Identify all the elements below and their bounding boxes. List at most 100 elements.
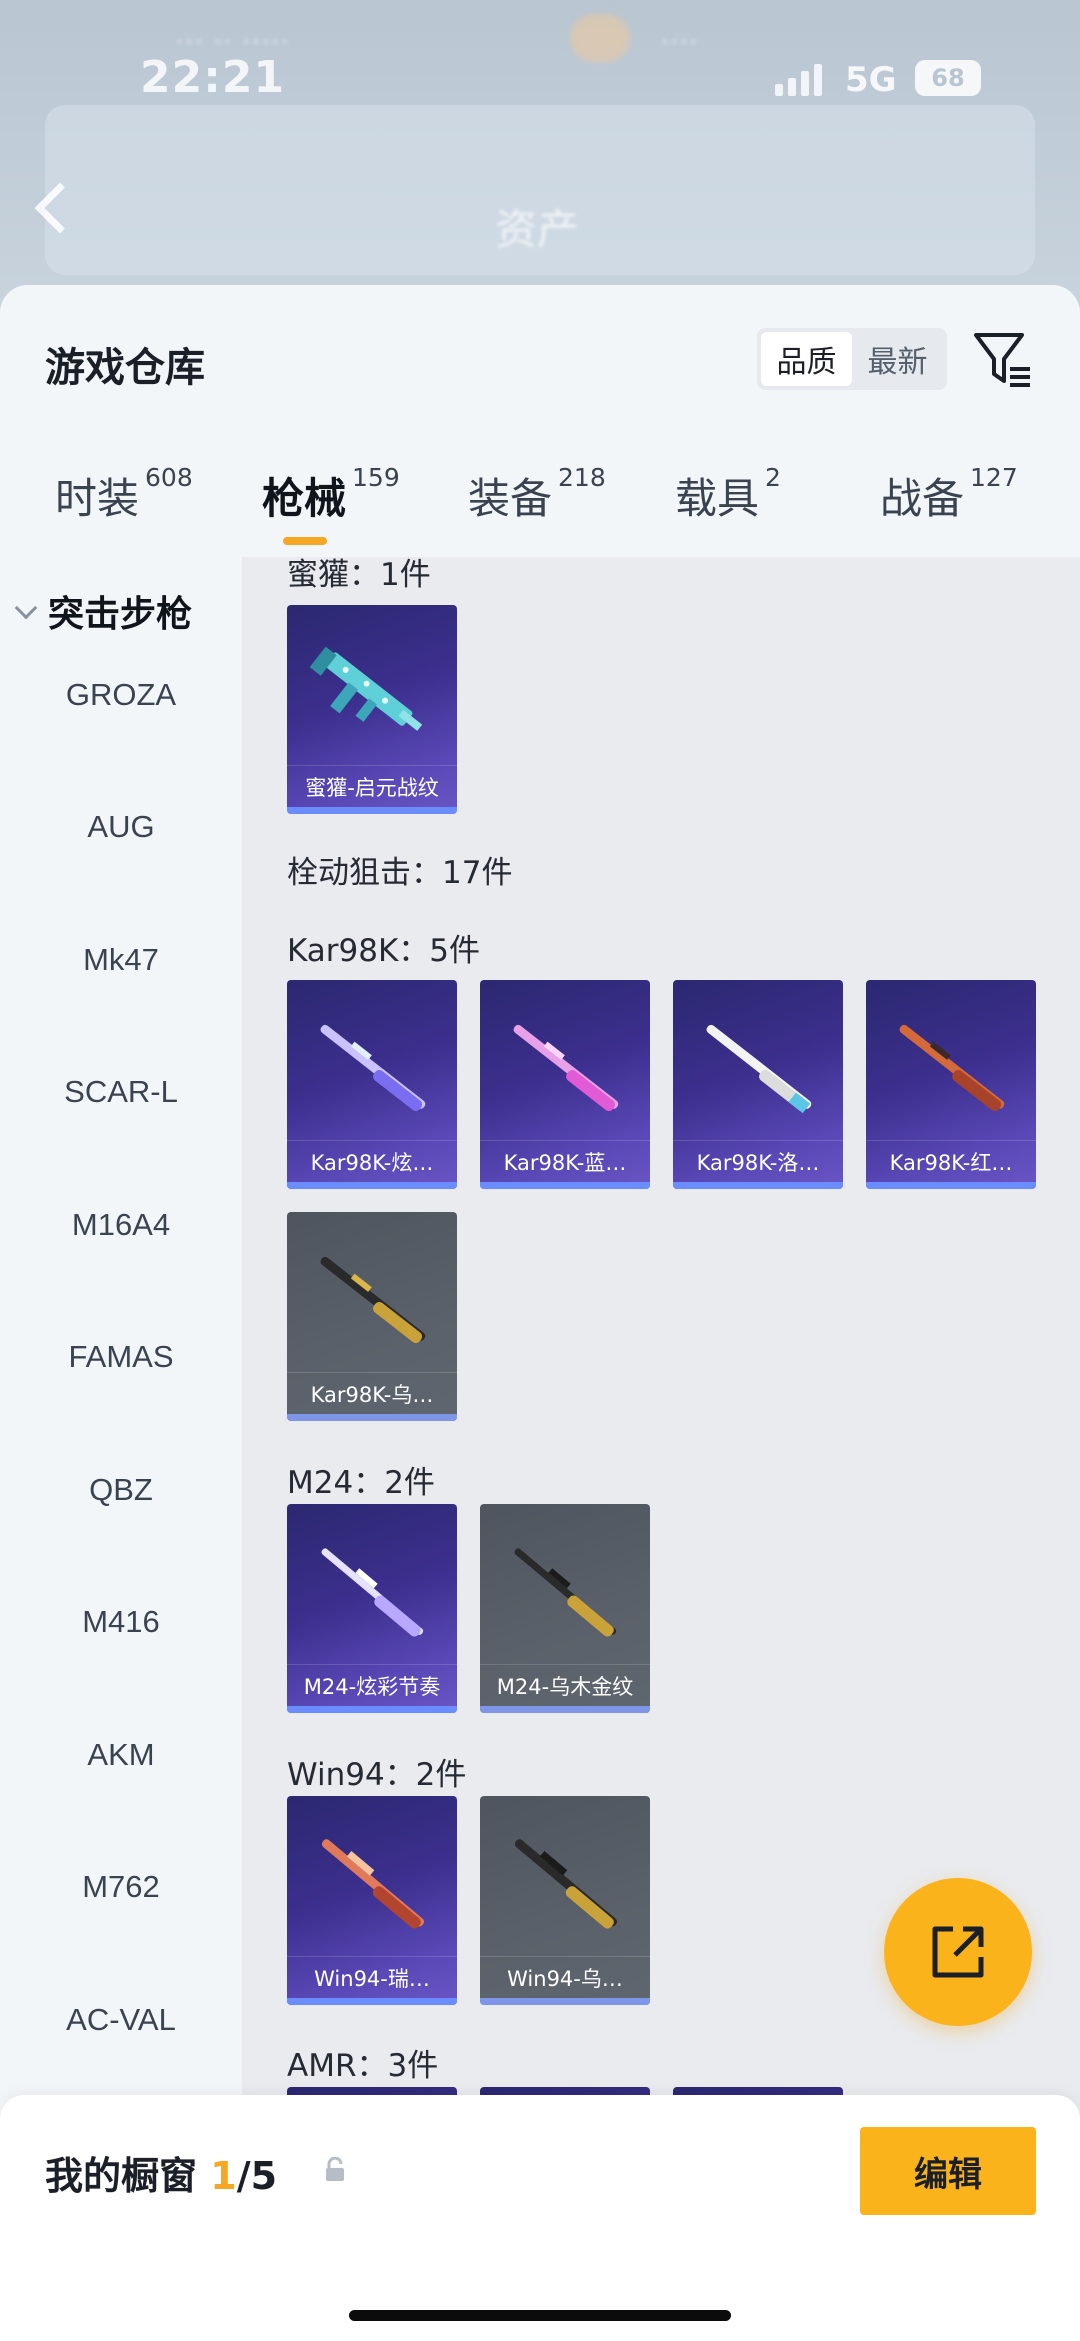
rarity-stripe [287,1706,457,1713]
skin-card[interactable]: Win94-乌… [480,1796,650,2005]
showcase-bar: 我的橱窗 1/5 编辑 [0,2095,1080,2341]
sidebar-item-m416[interactable]: M416 [0,1604,242,1640]
sidebar-item-ac-val[interactable]: AC-VAL [0,2002,242,2038]
battery-level: 68 [931,64,965,92]
sidebar-item-mk47[interactable]: Mk47 [0,942,242,978]
rarity-stripe [673,1182,843,1189]
smg-icon [309,646,423,731]
section-title: 蜜獾：1件 [287,557,431,593]
share-button[interactable] [884,1878,1032,2026]
rarity-stripe [480,1998,650,2005]
skin-card[interactable]: Kar98K-蓝… [480,980,650,1189]
skin-name: Win94-瑞… [314,1967,430,1991]
skin-card[interactable]: Kar98K-洛… [673,980,843,1189]
active-tab-indicator [283,537,327,545]
skin-card[interactable]: Kar98K-红… [866,980,1036,1189]
tab-label: 时装 [55,474,140,523]
clock: 22:21 [140,52,286,103]
nav-title: 资产 [495,205,580,254]
rifle-icon [514,1839,618,1929]
home-indicator[interactable] [349,2310,731,2321]
status-area: ··· ·· ····· ···· 22:21 5G 68 资产 [0,0,1080,290]
rarity-stripe [480,1182,650,1189]
weapon-list: 蜜獾：1件 蜜獾-启元战纹 栓动狙击：17件 Kar98K：5件 Kar98K-… [242,557,1080,2341]
showcase-label: 我的橱窗 [45,2154,198,2198]
rifle-icon [320,1024,426,1112]
network-type: 5G [845,60,897,100]
sidebar-item-groza[interactable]: GROZA [0,677,242,713]
edit-button[interactable]: 编辑 [860,2127,1036,2215]
sidebar-item-aug[interactable]: AUG [0,809,242,845]
skin-card[interactable]: 蜜獾-启元战纹 [287,605,457,814]
rarity-stripe [287,1182,457,1189]
rifle-icon [514,1548,617,1637]
rarity-stripe [287,807,457,814]
sheet-header: 游戏仓库 品质 最新 时装 608 枪械 159 装备 218 载具 2 战备 … [0,285,1080,557]
sidebar-item-akm[interactable]: AKM [0,1737,242,1773]
rifle-icon [706,1024,812,1114]
sidebar-item-qbz[interactable]: QBZ [0,1472,242,1508]
tab-count: 127 [970,463,1018,492]
skin-name: Kar98K-蓝… [503,1151,627,1175]
skin-name: Kar98K-炫… [310,1151,434,1175]
sort-quality-button[interactable]: 品质 [761,332,852,386]
category-tabs: 时装 608 枪械 159 装备 218 载具 2 战备 127 [0,463,1080,557]
warehouse-sheet: 游戏仓库 品质 最新 时装 608 枪械 159 装备 218 载具 2 战备 … [0,285,1080,2341]
skin-name: Kar98K-乌… [310,1383,434,1407]
card-divider [287,1664,457,1665]
sidebar-item-m16a4[interactable]: M16A4 [0,1207,242,1243]
rifle-icon [320,1256,426,1344]
sidebar-group-label: 突击步枪 [48,594,193,635]
skin-name: 蜜獾-启元战纹 [305,776,439,800]
section-title: M24：2件 [287,1465,435,1501]
sort-newest-button[interactable]: 最新 [852,332,943,386]
filter-icon[interactable] [972,329,1034,391]
sidebar-item-m762[interactable]: M762 [0,1869,242,1905]
tab-fashion[interactable]: 时装 608 [55,463,193,526]
showcase-current: 1 [210,2154,237,2198]
tab-supplies[interactable]: 战备 127 [880,463,1018,526]
page-title: 游戏仓库 [45,345,205,391]
rarity-stripe [287,1414,457,1421]
share-icon [932,1926,984,1978]
card-divider [287,765,457,766]
sidebar-group-assault-rifles[interactable]: 突击步枪 [14,585,193,637]
tab-equipment[interactable]: 装备 218 [468,463,606,526]
skin-card[interactable]: Kar98K-炫… [287,980,457,1189]
card-divider [673,1140,843,1141]
tab-count: 159 [352,463,400,492]
lock-icon [326,2157,344,2181]
rifle-icon [513,1024,619,1112]
card-divider [480,1664,650,1665]
skin-card[interactable]: M24-乌木金纹 [480,1504,650,1713]
rarity-stripe [480,1706,650,1713]
sort-toggle[interactable]: 品质 最新 [757,328,947,390]
tab-label: 战备 [880,474,965,523]
tab-label: 载具 [675,474,760,523]
card-divider [287,1140,457,1141]
skin-name: Kar98K-红… [889,1151,1013,1175]
card-divider [287,1372,457,1373]
skin-card[interactable]: M24-炫彩节奏 [287,1504,457,1713]
rarity-stripe [866,1182,1036,1189]
skin-name: M24-炫彩节奏 [303,1675,441,1699]
sidebar-item-scar-l[interactable]: SCAR-L [0,1074,242,1110]
signal-icon [775,62,822,96]
tab-label: 枪械 [262,474,347,523]
skin-card[interactable]: Kar98K-乌… [287,1212,457,1421]
tab-vehicles[interactable]: 载具 2 [675,463,781,526]
card-divider [866,1140,1036,1141]
blurred-avatar [570,14,630,62]
sidebar-item-famas[interactable]: FAMAS [0,1339,242,1375]
blurred-text: ···· [660,25,699,60]
rifle-icon [321,1548,424,1637]
card-divider [480,1140,650,1141]
rifle-icon [321,1839,425,1929]
tab-count: 218 [558,463,606,492]
card-divider [287,1956,457,1957]
skin-card[interactable]: Win94-瑞… [287,1796,457,2005]
section-title: AMR：3件 [287,2048,439,2084]
tab-guns[interactable]: 枪械 159 [262,463,400,526]
showcase-total: /5 [236,2154,278,2198]
section-title: Win94：2件 [287,1757,467,1793]
